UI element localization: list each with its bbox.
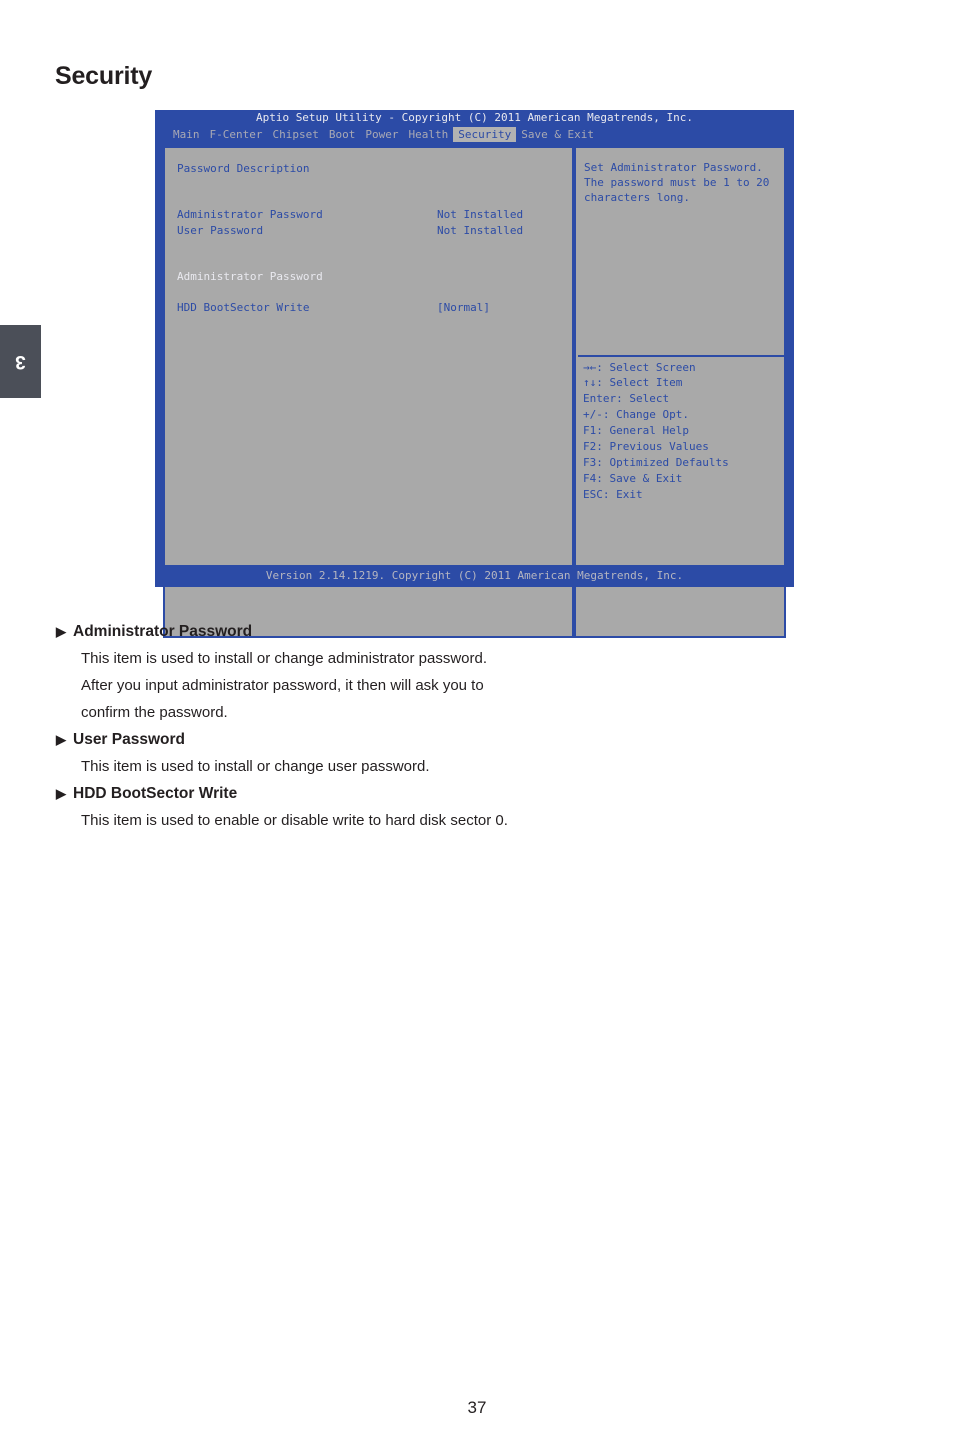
help-line-1: Set Administrator Password. (584, 161, 763, 174)
chapter-side-tab: 3 (0, 325, 41, 398)
bios-menu-health[interactable]: Health (403, 127, 453, 142)
item-desc-line: This item is used to install or change u… (81, 758, 430, 775)
nav-key-f2-previous-values: F2: Previous Values (583, 440, 709, 453)
item-title: Administrator Password (73, 623, 253, 640)
help-panel-divider (578, 355, 786, 357)
bios-version-footer: Version 2.14.1219. Copyright (C) 2011 Am… (155, 565, 794, 587)
nav-key-f3-optimized-defaults: F3: Optimized Defaults (583, 456, 729, 469)
item-desc-line: After you input administrator password, … (81, 677, 484, 694)
password-description-heading: Password Description (177, 162, 310, 175)
item-heading-administrator-password: ▶ Administrator Password (56, 618, 756, 645)
page-title: Security (55, 62, 153, 90)
help-line-2: The password must be 1 to 20 (584, 176, 770, 189)
nav-key-change-opt: +/-: Change Opt. (583, 408, 689, 421)
bios-title-bar: Aptio Setup Utility - Copyright (C) 2011… (255, 111, 694, 124)
row-user-password-label[interactable]: User Password (177, 224, 263, 238)
nav-key-f1-general-help: F1: General Help (583, 424, 689, 437)
triangle-bullet-icon: ▶ (56, 786, 66, 801)
item-title: User Password (73, 731, 185, 748)
nav-key-enter-select: Enter: Select (583, 392, 670, 405)
bios-menu-f-center[interactable]: F-Center (205, 127, 268, 142)
nav-key-esc-exit: ESC: Exit (583, 488, 643, 501)
nav-key-select-item: ↑↓: Select Item (583, 376, 683, 389)
row-administrator-password-label[interactable]: Administrator Password (177, 208, 323, 222)
body-copy: ▶ Administrator Password This item is us… (56, 618, 756, 834)
bios-menu-bar: Main F-Center Chipset Boot Power Health … (155, 126, 794, 142)
row-hdd-bootsector-write-value[interactable]: [Normal] (437, 301, 490, 315)
bios-menu-save-exit[interactable]: Save & Exit (516, 127, 599, 142)
bios-menu-main[interactable]: Main (168, 127, 205, 142)
bios-menu-chipset[interactable]: Chipset (267, 127, 323, 142)
bios-menu-boot[interactable]: Boot (324, 127, 361, 142)
item-title: HDD BootSector Write (73, 785, 238, 802)
item-desc-line: This item is used to enable or disable w… (81, 812, 508, 829)
action-administrator-password[interactable]: Administrator Password (177, 270, 323, 284)
page-number: 37 (467, 1398, 487, 1417)
triangle-bullet-icon: ▶ (56, 732, 66, 747)
item-desc-line: confirm the password. (81, 704, 228, 721)
nav-key-f4-save-exit: F4: Save & Exit (583, 472, 683, 485)
nav-key-select-screen: →←: Select Screen (583, 361, 696, 374)
triangle-bullet-icon: ▶ (56, 624, 66, 639)
row-administrator-password-value: Not Installed (437, 208, 524, 221)
bios-body: Password Description Administrator Passw… (163, 146, 786, 671)
item-desc-line: This item is used to install or change a… (81, 650, 488, 667)
row-user-password-value: Not Installed (437, 224, 524, 237)
chapter-number: 3 (15, 351, 26, 373)
bios-setup-screenshot: Aptio Setup Utility - Copyright (C) 2011… (155, 110, 794, 638)
item-heading-user-password: ▶ User Password (56, 726, 756, 753)
row-hdd-bootsector-write-label[interactable]: HDD BootSector Write (177, 301, 309, 315)
help-line-3: characters long. (584, 191, 690, 204)
item-heading-hdd-bootsector-write: ▶ HDD BootSector Write (56, 780, 756, 807)
bios-menu-power[interactable]: Power (360, 127, 403, 142)
bios-menu-security[interactable]: Security (453, 126, 517, 142)
